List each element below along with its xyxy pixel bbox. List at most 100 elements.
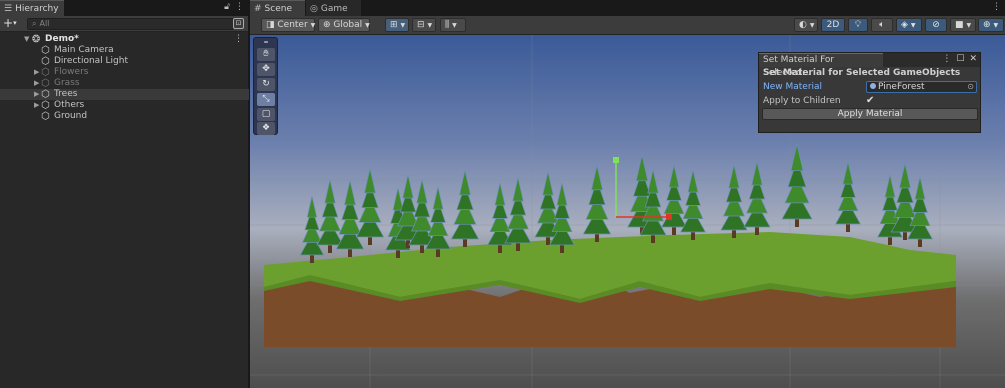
pine-tree <box>781 143 813 227</box>
expand-arrow-icon[interactable]: ▶ <box>34 89 39 100</box>
chevron-down-icon: ▼ <box>365 22 370 29</box>
hierarchy-panel: ☰ Hierarchy 🔓︎ ⋮ +▾ ⌕ All ⊡ ▼ ❂ Demo* ⋮ ⬡ M… <box>0 0 249 388</box>
gameobject-cube-icon: ⬡ <box>41 89 50 100</box>
camera-settings-button[interactable]: ■ ▼ <box>950 18 976 32</box>
maximize-icon[interactable]: ☐ <box>956 54 964 64</box>
pine-tree <box>835 161 861 232</box>
tab-scene-label: Scene <box>264 4 292 14</box>
hierarchy-item[interactable]: ▶ ⬡ Flowers <box>0 67 249 78</box>
pine-tree <box>335 180 365 257</box>
rect-tool-icon[interactable]: ▢ <box>257 108 275 121</box>
search-placeholder: All <box>39 19 50 28</box>
more-options-icon[interactable]: ⋮ <box>992 2 1001 12</box>
gizmos-button[interactable]: ⊕ ▼ <box>978 18 1004 32</box>
chevron-down-icon: ▼ <box>809 22 815 29</box>
pine-tree <box>316 179 344 253</box>
layers-icon: ◈ <box>901 20 908 30</box>
expand-arrow-icon[interactable]: ▶ <box>34 100 39 111</box>
hand-tool-icon[interactable]: ✋︎ <box>257 48 275 61</box>
new-material-field[interactable]: PineForest ⊙ <box>866 81 977 93</box>
space-dropdown[interactable]: ⊕ Global ▼ <box>318 18 370 32</box>
chevron-down-icon: ▼ <box>993 22 999 29</box>
new-material-row: New Material PineForest ⊙ <box>759 80 980 94</box>
snap-icon: ⊟ <box>417 20 425 30</box>
mode-2d-label: 2D <box>826 20 840 30</box>
align-icon: ⫼ <box>445 20 450 30</box>
scene-name: Demo* <box>45 34 79 44</box>
scene-root-row[interactable]: ▼ ❂ Demo* ⋮ <box>0 34 249 45</box>
expand-arrow-icon[interactable]: ▼ <box>24 34 29 45</box>
tab-scene[interactable]: # Scene <box>250 0 305 16</box>
pine-tree <box>504 177 532 251</box>
expand-arrow-icon[interactable]: ▶ <box>34 78 39 89</box>
apply-children-checkbox[interactable]: ✔ <box>866 95 877 106</box>
scene-menu-icon[interactable]: ⋮ <box>234 34 243 45</box>
chevron-down-icon: ▼ <box>910 22 916 29</box>
chevron-down-icon: ▼ <box>400 22 406 29</box>
scene-visibility-icon[interactable]: ⊡ <box>233 18 244 29</box>
scene-viewport[interactable]: ═ ✋︎ ✥ ↻ ⤡ ▢ ❖ Set Material For Selected… <box>250 35 1005 388</box>
lock-icon[interactable]: 🔓︎ <box>224 2 230 12</box>
hierarchy-item[interactable]: ⬡ Main Camera <box>0 45 249 56</box>
globe-icon: ⊕ <box>983 20 991 30</box>
effects-toggle[interactable]: ◈ ▼ <box>896 18 922 32</box>
rotate-tool-icon[interactable]: ↻ <box>257 78 275 91</box>
hierarchy-item[interactable]: ⬡ Ground <box>0 111 249 122</box>
chevron-down-icon: ▼ <box>452 22 457 29</box>
pine-tree <box>743 161 771 235</box>
incremental-snap-button[interactable]: ⊟ ▼ <box>412 18 436 32</box>
apply-material-button[interactable]: Apply Material <box>762 108 978 120</box>
move-tool-icon[interactable]: ✥ <box>257 63 275 76</box>
hierarchy-item-label: Directional Light <box>54 56 128 66</box>
audio-toggle[interactable]: 🔈︎ <box>871 18 893 32</box>
hierarchy-item[interactable]: ▶ ⬡ Grass <box>0 78 249 89</box>
tab-hierarchy[interactable]: ☰ Hierarchy <box>0 0 64 16</box>
lighting-toggle[interactable]: 💡︎ <box>848 18 868 32</box>
unity-scene-icon: ❂ <box>32 34 41 45</box>
object-picker-icon[interactable]: ⊙ <box>967 82 974 92</box>
scene-panel: # Scene ◎ Game ⋮ ◨ Center ▼ ⊕ Global ▼ ⊞ ▼ ⊟ ▼… <box>250 0 1005 388</box>
globe-icon: ⊕ <box>323 20 334 30</box>
pivot-icon: ◨ <box>266 20 278 30</box>
drag-handle-icon[interactable]: ═ <box>257 40 275 46</box>
lightbulb-icon: 💡︎ <box>854 20 862 30</box>
expand-arrow-icon[interactable]: ▶ <box>34 67 39 78</box>
draw-mode-button[interactable]: ◐ ▼ <box>794 18 818 32</box>
new-material-label: New Material <box>763 82 823 92</box>
pivot-dropdown[interactable]: ◨ Center ▼ <box>261 18 315 32</box>
more-options-icon[interactable]: ⋮ <box>235 2 244 12</box>
space-label: Global <box>333 20 363 30</box>
hierarchy-item[interactable]: ▶ ⬡ Trees <box>0 89 249 100</box>
pivot-label: Center <box>277 20 308 30</box>
close-icon[interactable]: ✕ <box>969 54 977 64</box>
gameobject-cube-icon: ⬡ <box>41 111 50 122</box>
pine-tree <box>582 165 612 242</box>
shading-icon: ◐ <box>799 20 807 30</box>
align-button[interactable]: ⫼ ▼ <box>440 18 466 32</box>
pine-tree <box>661 164 687 235</box>
gizmo-y-handle[interactable] <box>613 157 619 163</box>
search-icon: ⌕ <box>32 19 37 28</box>
gizmo-x-handle[interactable] <box>666 214 672 220</box>
pine-tree <box>450 170 480 247</box>
hidden-objects-toggle[interactable]: ⊘ <box>925 18 947 32</box>
material-window-tab[interactable]: Set Material For Selected... <box>759 53 883 78</box>
material-window-titlebar: Set Material For Selected... ⋮ ☐ ✕ <box>759 53 980 78</box>
transform-tool-icon[interactable]: ❖ <box>257 122 275 135</box>
apply-children-row: Apply to Children ✔ <box>759 94 980 108</box>
hierarchy-item-label: Others <box>54 100 85 110</box>
hierarchy-item[interactable]: ▶ ⬡ Others <box>0 100 249 111</box>
tab-game[interactable]: ◎ Game <box>306 0 361 16</box>
pine-tree <box>425 186 451 257</box>
toggle-2d-button[interactable]: 2D <box>821 18 845 32</box>
more-options-icon[interactable]: ⋮ <box>942 54 951 64</box>
hierarchy-item[interactable]: ⬡ Directional Light <box>0 56 249 67</box>
search-input[interactable]: ⌕ All <box>27 18 234 30</box>
grid-icon: # <box>254 4 262 14</box>
grid-snap-button[interactable]: ⊞ ▼ <box>385 18 409 32</box>
ground-grass <box>264 232 956 299</box>
add-object-button[interactable]: +▾ <box>3 17 17 30</box>
scale-tool-icon[interactable]: ⤡ <box>257 93 275 106</box>
list-icon: ☰ <box>4 4 13 14</box>
camera-icon: ■ <box>955 20 964 30</box>
